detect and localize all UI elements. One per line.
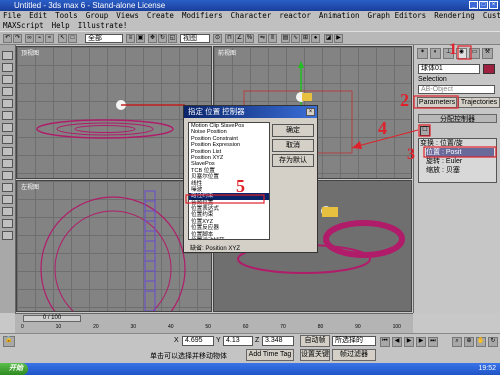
zoom-all-icon[interactable]: ⊕ <box>464 337 474 347</box>
pan-icon[interactable]: ✋ <box>476 337 486 347</box>
taskbar-clock: 19:52 <box>478 365 496 372</box>
annotation-box-3 <box>423 146 497 158</box>
annotation-2: 2 <box>400 90 409 110</box>
next-frame-icon[interactable]: ▶ <box>416 337 426 347</box>
coord-y-field[interactable]: 4.13 <box>223 336 253 346</box>
go-end-icon[interactable]: ⏭ <box>428 337 438 347</box>
coord-z-label: Z <box>255 337 260 344</box>
annotation-box-1 <box>457 45 472 60</box>
annotation-arrowhead-4 <box>352 141 362 149</box>
timeline[interactable]: 0 / 100 0 10 20 30 40 50 60 70 80 90 100 <box>15 313 413 334</box>
play-icon[interactable]: ▶ <box>404 337 414 347</box>
coord-y-label: Y <box>216 337 221 344</box>
lock-selection-icon[interactable]: 🔒 <box>3 336 15 347</box>
set-key-button[interactable]: 设置关键 <box>300 349 330 361</box>
coord-x-field[interactable]: 4.695 <box>182 336 214 346</box>
annotation-5: 5 <box>236 176 245 196</box>
annotation-3: 3 <box>407 146 415 163</box>
status-prompt: 单击可以选择并移动物体 <box>150 353 227 360</box>
key-filters-button[interactable]: 帧过滤器 <box>332 349 376 361</box>
windows-taskbar: 开始 19:52 <box>0 363 500 375</box>
time-slider[interactable]: 0 / 100 <box>23 315 81 322</box>
start-button[interactable]: 开始 <box>0 363 28 375</box>
annotation-box-5 <box>185 194 265 204</box>
annotation-1: 1 <box>449 41 457 58</box>
coord-z-field[interactable]: 3.348 <box>262 336 294 346</box>
annotation-box-2 <box>413 95 459 109</box>
arc-rotate-icon[interactable]: ↻ <box>488 337 498 347</box>
selection-set-combo[interactable]: 所选择的 <box>332 336 376 346</box>
annotation-4: 4 <box>378 118 387 138</box>
annotation-box-4 <box>418 124 431 137</box>
status-bar: 🔒 X 4.695 Y 4.13 Z 3.348 自动帧 所选择的 设置关键 帧… <box>0 333 500 364</box>
auto-key-button[interactable]: 自动帧 <box>300 335 330 347</box>
coord-x-label: X <box>174 337 179 344</box>
prev-frame-icon[interactable]: ◀ <box>392 337 402 347</box>
zoom-icon[interactable]: ⌕ <box>452 337 462 347</box>
go-start-icon[interactable]: ⏮ <box>380 337 390 347</box>
add-time-tag-button[interactable]: Add Time Tag <box>246 349 294 361</box>
annotation-arrow-4 <box>357 129 419 147</box>
timeline-ruler: 0 10 20 30 40 50 60 70 80 90 100 <box>21 324 401 330</box>
